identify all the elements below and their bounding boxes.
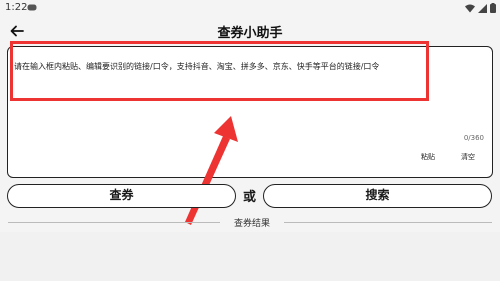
results-divider: 查券结果 bbox=[8, 216, 492, 230]
status-bar: 1:22 bbox=[0, 0, 500, 16]
page-title: 查券小助手 bbox=[217, 26, 283, 41]
input-placeholder[interactable]: 请在输入框内粘贴、编辑要识别的链接/口令，支持抖音、淘宝、拼多多、京东、快手等平… bbox=[14, 61, 484, 72]
app-bar: 查券小助手 bbox=[0, 18, 500, 44]
query-coupon-button[interactable]: 查券 bbox=[7, 184, 236, 208]
divider-line bbox=[284, 222, 492, 223]
or-label: 或 bbox=[243, 190, 257, 205]
signal-icon bbox=[478, 3, 487, 13]
char-count: 0/360 bbox=[463, 134, 484, 142]
divider-line bbox=[8, 222, 220, 223]
battery-icon bbox=[490, 3, 496, 13]
link-input-field[interactable]: 请在输入框内粘贴、编辑要识别的链接/口令，支持抖音、淘宝、拼多多、京东、快手等平… bbox=[7, 46, 493, 178]
results-area bbox=[0, 232, 500, 281]
action-row: 查券 或 搜索 bbox=[0, 184, 500, 208]
results-title: 查券结果 bbox=[233, 219, 270, 229]
search-button[interactable]: 搜索 bbox=[263, 184, 492, 208]
clear-button[interactable]: 清空 bbox=[461, 152, 475, 162]
status-icons bbox=[465, 3, 496, 13]
status-time: 1:22 bbox=[5, 2, 28, 13]
wifi-icon bbox=[465, 4, 475, 12]
gamepad-icon bbox=[27, 4, 37, 11]
paste-button[interactable]: 粘贴 bbox=[421, 152, 435, 162]
